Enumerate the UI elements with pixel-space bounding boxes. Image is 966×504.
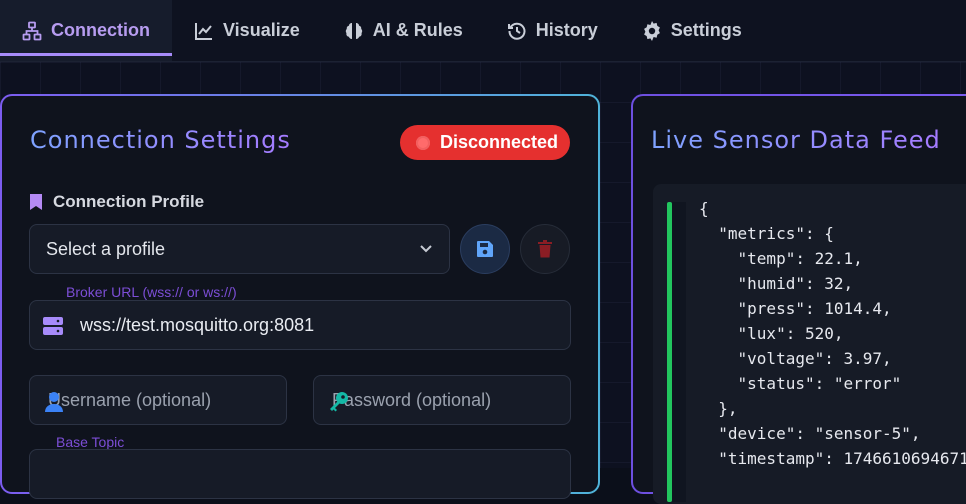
profile-select[interactable]: Select a profile — [29, 224, 450, 274]
key-icon — [330, 392, 348, 412]
username-field[interactable] — [29, 375, 287, 425]
live-feed-card: Live Sensor Data Feed { "metrics": { "te… — [631, 94, 966, 504]
server-icon — [43, 317, 63, 335]
tab-visualize[interactable]: Visualize — [172, 0, 322, 61]
gear-icon — [643, 20, 660, 41]
card-title: Live Sensor Data Feed — [651, 126, 941, 154]
status-badge: Disconnected — [400, 125, 570, 160]
status-text: Disconnected — [440, 132, 559, 152]
profile-label-text: Connection Profile — [53, 192, 205, 211]
tab-label: Visualize — [223, 20, 300, 40]
bookmark-icon — [30, 194, 42, 210]
password-field[interactable] — [313, 375, 571, 425]
user-icon — [45, 392, 63, 412]
network-icon — [22, 21, 42, 40]
delete-profile-button[interactable] — [520, 224, 570, 274]
broker-url-label: Broker URL (wss:// or ws://) — [66, 284, 237, 300]
trash-icon — [538, 240, 552, 258]
tab-ai-rules[interactable]: AI & Rules — [322, 0, 485, 61]
tab-history[interactable]: History — [485, 0, 620, 61]
username-input[interactable] — [30, 376, 286, 424]
broker-url-field[interactable] — [29, 300, 571, 350]
tab-label: Settings — [670, 20, 742, 40]
save-profile-button[interactable] — [460, 224, 510, 274]
json-payload: { "metrics": { "temp": 22.1, "humid": 32… — [699, 199, 966, 468]
tab-connection[interactable]: Connection — [0, 0, 172, 61]
save-icon — [477, 241, 493, 257]
status-dot-icon — [416, 135, 430, 150]
feed-gutter — [672, 202, 686, 502]
tab-label: History — [535, 20, 598, 40]
history-icon — [507, 22, 526, 40]
tab-label: AI & Rules — [372, 20, 463, 40]
base-topic-label: Base Topic — [56, 434, 125, 450]
top-navigation: Connection Visualize AI & Rules History … — [0, 0, 966, 62]
tab-settings[interactable]: Settings — [620, 0, 764, 61]
broker-url-input[interactable] — [30, 301, 570, 349]
card-title: Connection Settings — [30, 126, 291, 154]
chart-line-icon — [195, 22, 212, 40]
json-feed-panel: { "metrics": { "temp": 22.1, "humid": 32… — [653, 184, 966, 504]
brain-icon — [345, 22, 362, 39]
profile-select-value: Select a profile — [46, 238, 166, 259]
base-topic-field[interactable] — [29, 449, 571, 499]
chevron-down-icon — [420, 245, 432, 253]
password-input[interactable] — [314, 376, 570, 424]
profile-label: Connection Profile — [29, 192, 204, 212]
tab-label: Connection — [51, 20, 150, 40]
connection-settings-card: Connection Settings Disconnected Connect… — [0, 94, 600, 499]
